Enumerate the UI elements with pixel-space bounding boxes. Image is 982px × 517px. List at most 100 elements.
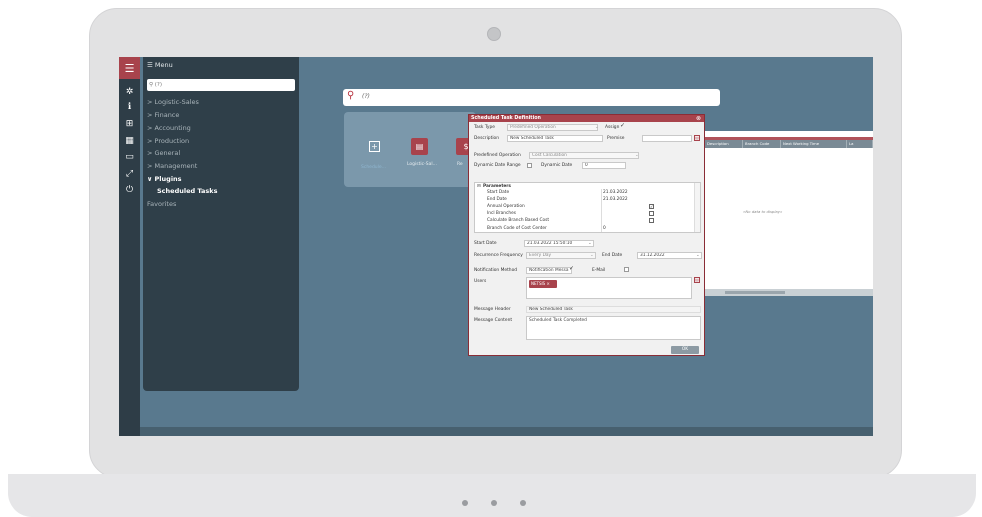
main-search-input[interactable]: ⚲ (?): [343, 89, 720, 106]
recurrence-frequency-label: Recurrence Frequency: [474, 253, 523, 258]
menu-item-general[interactable]: > General: [147, 149, 180, 157]
add-shortcut-icon[interactable]: +: [369, 141, 380, 152]
monitor-icon[interactable]: ▭: [119, 150, 140, 164]
param-row[interactable]: Start Date 21.03.2022: [475, 190, 695, 196]
task-type-select[interactable]: Predefined Operation: [507, 124, 598, 131]
menu-item-production[interactable]: > Production: [147, 137, 189, 145]
indicator-dot: [520, 500, 526, 506]
dynamic-date-range-checkbox[interactable]: [527, 163, 532, 168]
menu-item-management[interactable]: > Management: [147, 162, 197, 170]
users-label: Users: [474, 279, 487, 284]
menu-item-label: Scheduled Tasks: [157, 187, 218, 195]
check-icon: ✓: [569, 265, 575, 272]
menu-title: Menu: [154, 61, 173, 69]
param-name: End Date: [487, 197, 507, 202]
menu-item-label: Logistic-Sales: [154, 98, 199, 106]
close-icon[interactable]: ⊗: [696, 115, 701, 122]
message-header-value: New Scheduled Task: [529, 307, 573, 312]
param-row[interactable]: Annual Operation ✓: [475, 204, 695, 210]
end-date-value: 31.12.2022: [640, 253, 665, 258]
menu-item-logistic-sales[interactable]: > Logistic-Sales: [147, 98, 199, 106]
hamburger-menu-icon[interactable]: ☰: [119, 57, 140, 79]
notification-method-value: Notification Messa: [529, 268, 569, 273]
parameters-scrollbar[interactable]: [694, 183, 700, 232]
column-header-next-working-time[interactable]: Next Working Time: [781, 140, 847, 148]
recurrence-frequency-select[interactable]: Every Day: [526, 252, 596, 259]
start-date-value: 21.03.2022 15:50:10: [527, 241, 573, 246]
chevron-down-icon: ⌄: [588, 241, 592, 246]
power-icon[interactable]: ⏻: [119, 183, 140, 197]
indicator-dot: [491, 500, 497, 506]
annual-operation-checkbox[interactable]: ✓: [649, 204, 654, 209]
report-tile-label: Re: [457, 162, 463, 167]
dynamic-date-label: Dynamic Date: [541, 163, 573, 168]
dynamic-date-input[interactable]: 0: [582, 162, 626, 169]
premise-input[interactable]: [642, 135, 692, 142]
incl-branches-checkbox[interactable]: [649, 211, 654, 216]
parameters-table: ⊟ Parameters Start Date 21.03.2022 End Dat…: [474, 182, 701, 233]
info-icon[interactable]: ℹ: [119, 100, 140, 114]
menu-item-plugins[interactable]: ∨ Plugins: [147, 175, 182, 183]
param-name: Branch Code of Cost Center: [487, 226, 547, 231]
grid-icon[interactable]: ▦: [119, 134, 140, 148]
dialog-title: Scheduled Task Definition: [469, 115, 704, 122]
email-label: E-Mail: [592, 268, 606, 273]
menu-item-label: Finance: [154, 111, 180, 119]
column-header-branch-code[interactable]: Branch Code: [743, 140, 781, 148]
message-content-label: Message Content: [474, 318, 513, 323]
add-shortcut-label: Schedule…: [361, 165, 387, 170]
footer-strip: [140, 427, 873, 436]
menu-item-favorites[interactable]: Favorites: [147, 200, 176, 208]
user-chip[interactable]: NETSIS ×: [529, 280, 557, 288]
ok-button[interactable]: OK: [671, 346, 699, 354]
column-header-description[interactable]: Description: [705, 140, 743, 148]
param-row[interactable]: Branch Code of Cost Center 0: [475, 226, 695, 232]
param-row[interactable]: Incl Branches: [475, 211, 695, 217]
notification-method-select[interactable]: Notification Messa: [526, 267, 572, 274]
scroll-thumb[interactable]: [725, 291, 785, 294]
logistic-sales-tile-icon[interactable]: ▤: [411, 138, 428, 155]
menu-item-label: Accounting: [154, 124, 191, 132]
description-label: Description: [474, 136, 500, 141]
end-date-input[interactable]: 31.12.2022: [637, 252, 702, 259]
menu-item-scheduled-tasks[interactable]: Scheduled Tasks: [157, 187, 217, 195]
gear-icon[interactable]: ✲: [119, 85, 140, 99]
grid-scrollbar[interactable]: [705, 289, 873, 296]
message-header-label: Message Header: [474, 307, 511, 312]
premise-label: Premise: [607, 136, 625, 141]
param-row[interactable]: Calculate Branch Based Cost: [475, 218, 695, 224]
task-type-label: Task Type: [474, 125, 495, 130]
param-value: 21.03.2022: [603, 197, 628, 202]
add-icon[interactable]: ⊞: [119, 117, 140, 131]
assign-label: Assign: [605, 125, 620, 130]
column-header-last[interactable]: La: [847, 140, 873, 148]
menu-search-input[interactable]: ⚲ (?): [147, 79, 295, 91]
description-value: New Scheduled Task: [510, 136, 554, 141]
collapse-icon[interactable]: ⊟: [477, 184, 481, 189]
message-content-textarea[interactable]: Scheduled Task Completed: [526, 316, 701, 340]
menu-lines-icon: ☰: [147, 61, 155, 69]
menu-item-accounting[interactable]: > Accounting: [147, 124, 191, 132]
chevron-down-icon: ⌄: [595, 125, 599, 130]
param-row[interactable]: End Date 21.03.2022: [475, 197, 695, 203]
scheduled-tasks-grid: Description Branch Code Next Working Tim…: [705, 131, 873, 296]
lookup-icon[interactable]: ▤: [694, 277, 700, 283]
start-date-input[interactable]: 21.03.2022 15:50:10: [524, 240, 594, 247]
menu-item-finance[interactable]: > Finance: [147, 111, 179, 119]
branch-based-cost-checkbox[interactable]: [649, 218, 654, 223]
end-date-label: End Date: [602, 253, 623, 258]
email-checkbox[interactable]: [624, 267, 629, 272]
indicator-dot: [462, 500, 468, 506]
lookup-icon[interactable]: ▤: [694, 135, 700, 141]
expand-icon[interactable]: ⤢: [119, 167, 140, 181]
check-icon[interactable]: ✓: [620, 122, 625, 129]
grid-header: Description Branch Code Next Working Tim…: [705, 140, 873, 148]
chevron-down-icon: ⌄: [635, 153, 639, 158]
notification-method-label: Notification Method: [474, 268, 518, 273]
description-input[interactable]: New Scheduled Task: [507, 135, 603, 142]
grid-empty-message: «No data to display»: [743, 209, 783, 214]
camera-icon: [487, 27, 501, 41]
predefined-operation-select[interactable]: Cost Calculation: [529, 152, 639, 159]
icon-rail: ☰ ✲ ℹ ⊞ ▦ ▭ ⤢ ⏻: [119, 57, 140, 436]
message-header-input[interactable]: New Scheduled Task: [526, 306, 701, 313]
